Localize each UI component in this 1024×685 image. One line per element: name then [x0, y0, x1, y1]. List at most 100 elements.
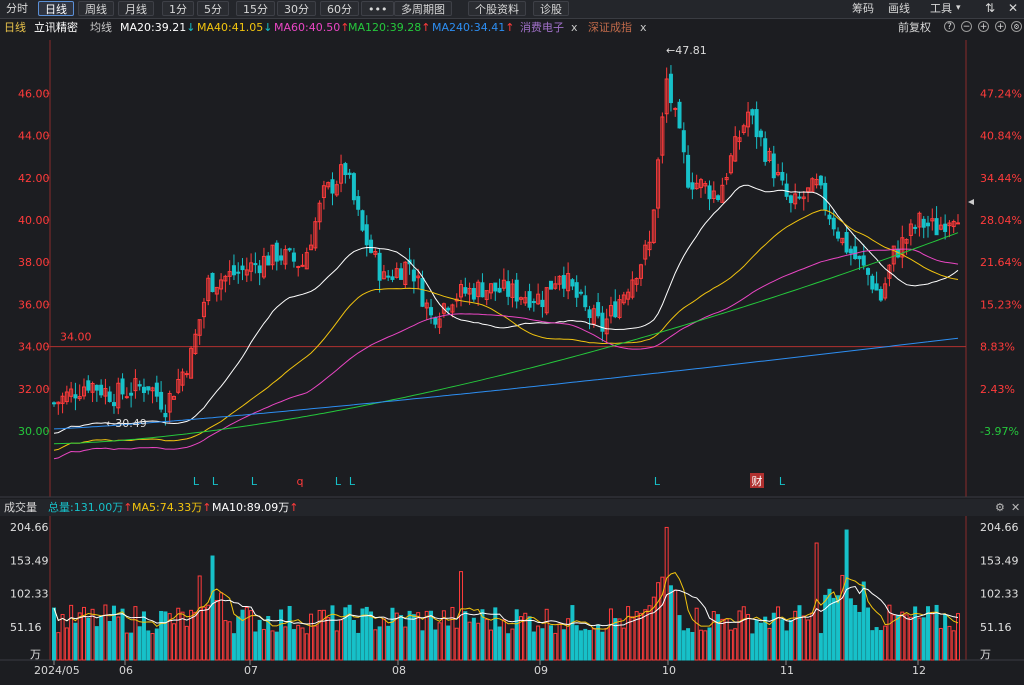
candle-body: [390, 276, 395, 280]
volume-bar: [626, 606, 631, 661]
volume-bar: [643, 609, 648, 661]
volume-bar: [283, 626, 288, 661]
candle-body: [561, 275, 566, 289]
volume-bar: [313, 625, 318, 661]
volume-bar: [210, 555, 215, 661]
volume-bar: [788, 619, 793, 661]
volume-bar: [141, 611, 146, 661]
candle-body: [926, 222, 931, 227]
volume-bar: [244, 607, 249, 661]
volume-bar: [274, 631, 279, 661]
volume-bar: [806, 619, 811, 661]
candle-body: [497, 287, 502, 293]
price-tick-label: 34.00: [18, 341, 50, 354]
candle-body: [120, 378, 125, 395]
volume-bar: [249, 610, 254, 661]
candle-body: [399, 268, 404, 280]
volume-bar: [754, 619, 759, 661]
candle-body: [578, 291, 583, 294]
volume-bar: [163, 611, 168, 661]
volume-bar: [471, 617, 476, 661]
ma20-line: [53, 184, 959, 434]
volume-bar: [810, 612, 815, 661]
volume-bar: [866, 607, 871, 661]
price-tick-label: 38.00: [18, 256, 50, 269]
candle-body: [266, 255, 271, 266]
percent-tick-label: 15.23%: [980, 298, 1022, 311]
volume-bar: [510, 628, 515, 661]
candle-body: [596, 302, 601, 317]
volume-bar: [818, 633, 823, 661]
volume-bar: [351, 619, 356, 661]
volume-bar: [604, 628, 609, 661]
percent-tick-label: 40.84%: [980, 130, 1022, 143]
volume-bar: [896, 615, 901, 661]
volume-bar: [724, 618, 729, 661]
volume-bar: [664, 526, 669, 661]
volume-bar: [304, 633, 309, 661]
volume-bar: [60, 613, 65, 661]
volume-tick-label-right: 153.49: [980, 554, 1019, 567]
volume-bar: [527, 616, 532, 661]
candle-body: [94, 384, 99, 391]
volume-bar: [223, 620, 228, 661]
candle-body: [163, 412, 168, 418]
volume-bar: [227, 621, 232, 661]
candle-body: [784, 183, 789, 197]
candle-body: [386, 275, 391, 278]
candle-body: [52, 402, 56, 405]
volume-bar: [420, 630, 425, 661]
volume-bar: [77, 612, 82, 661]
volume-bar: [446, 625, 451, 661]
volume-bar: [600, 631, 605, 661]
candle-body: [330, 179, 335, 194]
price-tick-label: 46.00: [18, 87, 50, 100]
volume-bar: [947, 625, 952, 661]
volume-bar: [758, 622, 763, 661]
volume-bar: [921, 617, 926, 661]
candle-body: [111, 402, 116, 407]
candle-body: [583, 295, 588, 308]
volume-bar: [540, 628, 545, 661]
volume-bar: [103, 604, 108, 661]
volume-tick-label-right: 102.33: [980, 588, 1019, 601]
volume-bar: [844, 529, 849, 661]
volume-bar: [184, 625, 189, 661]
candle-body: [347, 172, 352, 175]
volume-bar: [154, 628, 159, 661]
candle-body: [587, 309, 592, 319]
volume-bar: [73, 622, 78, 661]
volume-bar: [900, 611, 905, 661]
candle-body: [356, 196, 361, 210]
volume-bar: [561, 629, 566, 661]
volume-bar: [99, 616, 104, 661]
volume-bar: [416, 612, 421, 661]
candle-body: [921, 218, 926, 228]
candle-body: [369, 239, 374, 253]
volume-bar: [69, 604, 74, 661]
candle-body: [831, 217, 836, 230]
volume-bar: [107, 621, 112, 661]
volume-bar: [883, 625, 888, 661]
volume-bar: [270, 630, 275, 661]
last-price-pointer: [968, 199, 974, 205]
time-axis-label: 09: [534, 664, 548, 677]
volume-bar: [476, 622, 481, 661]
candle-body: [934, 218, 939, 236]
candle-body: [73, 394, 78, 399]
volume-bar: [381, 618, 386, 661]
volume-bar: [668, 585, 673, 661]
candle-body: [253, 263, 258, 266]
volume-bar: [261, 628, 266, 661]
price-tick-label: 42.00: [18, 172, 50, 185]
candle-body: [471, 288, 476, 300]
volume-bar: [613, 618, 618, 661]
volume-bar: [630, 616, 635, 661]
volume-bar: [339, 619, 344, 661]
volume-bar: [56, 632, 61, 661]
volume-bar: [544, 608, 549, 661]
event-marker: L: [251, 475, 258, 488]
event-marker: L: [654, 475, 661, 488]
kline-chart[interactable]: 46.00 47.24% 44.00 40.84% 42.00 34.44% 40.00 28…: [0, 0, 1024, 685]
volume-bar: [737, 610, 742, 661]
